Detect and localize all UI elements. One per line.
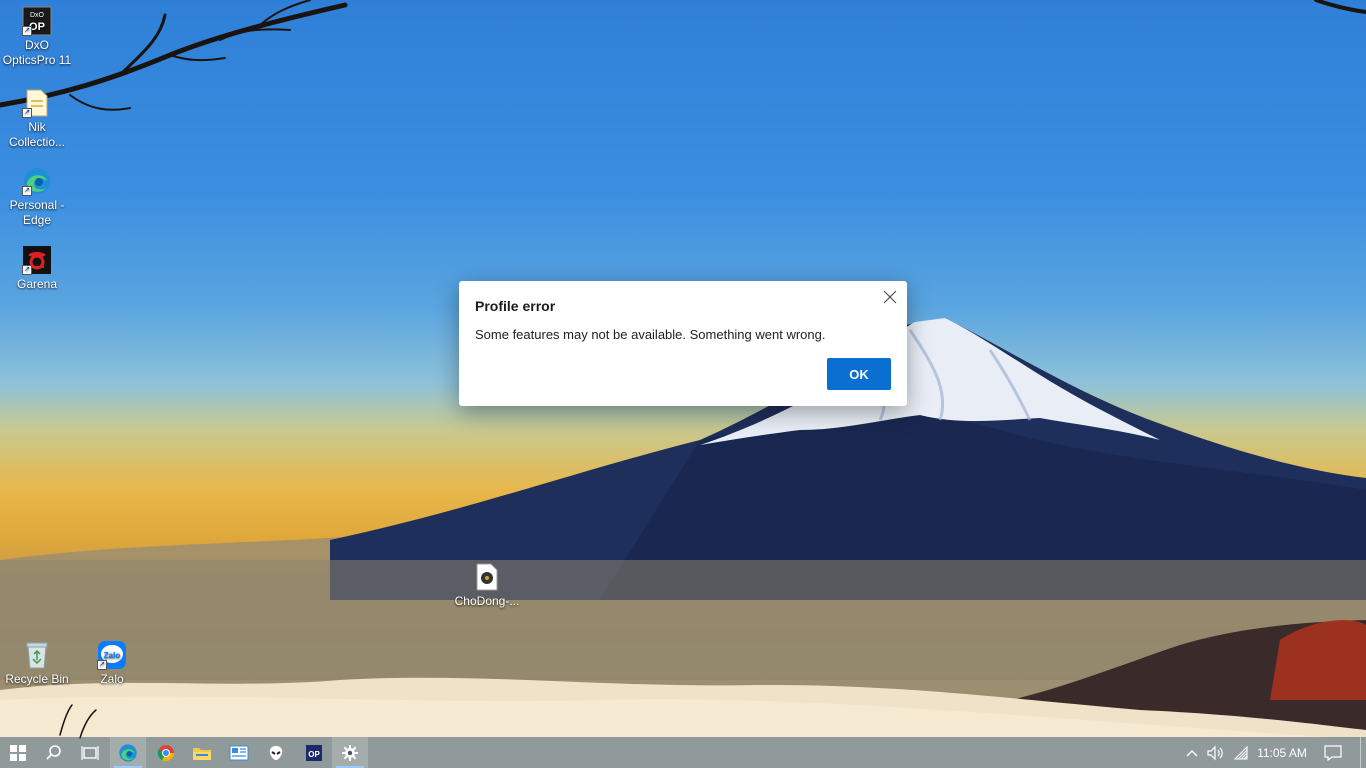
desktop-icon-chodong[interactable]: ChoDong-...: [450, 562, 524, 609]
taskbar-alien-app[interactable]: [258, 737, 294, 768]
taskbar-dxo[interactable]: OP: [296, 737, 332, 768]
file-explorer-icon: [193, 747, 211, 760]
recycle-bin-icon: [22, 640, 52, 670]
desktop-icon-label: Personal - Edge: [9, 198, 65, 227]
nik-collection-icon: ↗: [22, 88, 52, 118]
photos-app-icon: [229, 745, 249, 760]
taskbar-edge[interactable]: [110, 737, 146, 768]
taskbar-file-explorer[interactable]: [184, 737, 220, 768]
start-button[interactable]: [0, 737, 36, 768]
dialog-title: Profile error: [475, 298, 556, 314]
desktop-icon-recycle-bin[interactable]: Recycle Bin: [0, 640, 74, 687]
media-file-icon: [472, 562, 502, 592]
zalo-badge: Zalo: [104, 651, 121, 660]
taskbar-chrome[interactable]: [148, 737, 184, 768]
dxo-badge: DxO: [30, 12, 45, 19]
start-icon: [10, 744, 26, 761]
task-view-icon: [81, 745, 99, 760]
settings-icon: [342, 744, 358, 761]
desktop-icon-edge[interactable]: ↗ Personal - Edge: [0, 166, 74, 228]
clock[interactable]: 11:05 AM: [1250, 737, 1314, 768]
desktop-icon-label: Nik Collectio...: [8, 120, 66, 149]
garena-icon: ↗: [22, 245, 52, 275]
desktop-icon-zalo[interactable]: Zalo ↗ Zalo: [75, 640, 149, 687]
taskbar-photos[interactable]: [221, 737, 257, 768]
action-center-button[interactable]: [1320, 737, 1346, 768]
desktop-icon-label: Garena: [16, 277, 58, 291]
dialog-message: Some features may not be available. Some…: [475, 327, 826, 342]
chrome-icon: [157, 744, 175, 761]
edge-icon: [119, 743, 137, 762]
shortcut-arrow-icon: ↗: [22, 265, 32, 275]
notification-icon: [1324, 744, 1342, 761]
desktop-icon-label: Zalo: [100, 672, 124, 686]
show-hidden-icons-button[interactable]: [1182, 737, 1202, 768]
task-view-button[interactable]: [72, 737, 108, 768]
close-button[interactable]: [881, 288, 899, 306]
alien-app-icon: [269, 745, 283, 760]
dxo-taskbar-badge: OP: [308, 750, 320, 759]
desktop-icon-label: Recycle Bin: [5, 672, 69, 686]
search-button[interactable]: [36, 737, 72, 768]
search-icon: [46, 744, 61, 760]
taskbar-settings[interactable]: [332, 737, 368, 768]
desktop-icon-dxo[interactable]: DxO OP ↗ DxO OpticsPro 11: [0, 6, 74, 68]
volume-icon: [1207, 745, 1223, 760]
zalo-icon: Zalo ↗: [97, 640, 127, 670]
desktop-icon-label: ChoDong-...: [454, 594, 520, 608]
shortcut-arrow-icon: ↗: [22, 186, 32, 196]
taskbar: OP 11:05 AM: [0, 737, 1366, 768]
desktop-icon-label: DxO OpticsPro 11: [2, 38, 72, 67]
shortcut-arrow-icon: ↗: [22, 108, 32, 118]
wifi-icon: [1233, 745, 1248, 760]
desktop-icon-nik[interactable]: ↗ Nik Collectio...: [0, 88, 74, 150]
network-button[interactable]: [1230, 737, 1252, 768]
profile-error-dialog: Profile error Some features may not be a…: [459, 281, 907, 406]
dxo-opticspro-icon: OP: [306, 744, 322, 761]
ok-button[interactable]: OK: [827, 358, 891, 390]
show-desktop-button[interactable]: [1360, 737, 1361, 768]
edge-icon: ↗: [22, 166, 52, 196]
dxo-opticspro-icon: DxO OP ↗: [22, 6, 52, 36]
desktop-icon-garena[interactable]: ↗ Garena: [0, 245, 74, 292]
chevron-up-icon: [1186, 749, 1198, 756]
volume-button[interactable]: [1204, 737, 1228, 768]
close-icon: [883, 290, 897, 304]
shortcut-arrow-icon: ↗: [22, 26, 32, 36]
shortcut-arrow-icon: ↗: [97, 660, 107, 670]
